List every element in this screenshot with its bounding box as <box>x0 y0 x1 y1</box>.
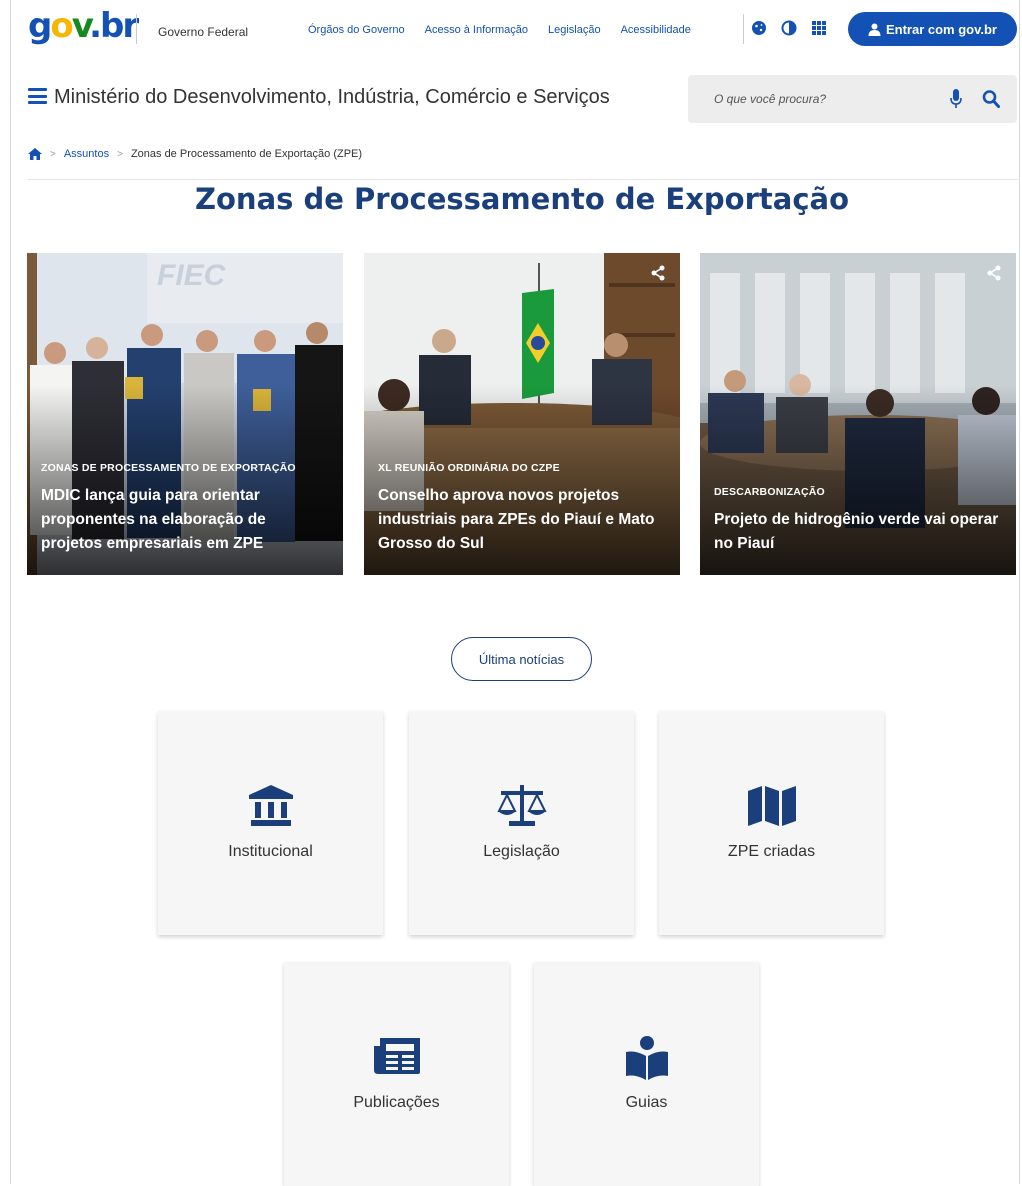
news-headline[interactable]: Projeto de hidrogênio verde vai operar n… <box>714 508 1004 556</box>
tile-label: Legislação <box>483 843 560 860</box>
link-acessibilidade[interactable]: Acessibilidade <box>621 24 691 36</box>
news-headline[interactable]: MDIC lança guia para orientar proponente… <box>41 484 331 556</box>
tile-guias[interactable]: Guias <box>534 962 759 1186</box>
breadcrumb-separator: > <box>50 148 56 160</box>
login-label: Entrar com gov.br <box>885 21 997 37</box>
share-icon[interactable] <box>650 265 666 281</box>
home-icon[interactable] <box>28 148 42 160</box>
tile-zpe-criadas[interactable]: ZPE criadas <box>659 711 884 935</box>
breadcrumb-current: Zonas de Processamento de Exportação (ZP… <box>130 148 363 160</box>
svg-text:FIEC: FIEC <box>157 259 227 292</box>
latest-news-button[interactable]: Última notícias <box>451 637 592 681</box>
microphone-icon[interactable] <box>950 89 962 109</box>
site-title[interactable]: Ministério do Desenvolvimento, Indústria… <box>54 86 610 109</box>
page-frame <box>10 0 1020 1184</box>
govbr-logo[interactable]: gov.br <box>28 6 139 46</box>
tile-publicacoes[interactable]: Publicações <box>284 962 509 1186</box>
top-links: Órgãos do Governo Acesso à Informação Le… <box>308 24 691 36</box>
tile-institucional[interactable]: Institucional <box>158 711 383 935</box>
menu-icon[interactable] <box>28 88 47 104</box>
divider <box>136 14 137 44</box>
breadcrumb: > Assuntos > Zonas de Processamento de E… <box>28 148 362 160</box>
tile-label: Publicações <box>353 1094 440 1111</box>
apps-grid-icon[interactable] <box>811 20 827 36</box>
reader-icon <box>534 1036 759 1080</box>
news-tag: XL Reunião Ordinária do CZPE <box>378 462 560 474</box>
news-tag: Zonas de Processamento de Exportação <box>41 462 296 474</box>
user-icon <box>868 23 881 36</box>
link-legislacao[interactable]: Legislação <box>548 24 601 36</box>
search-bar[interactable]: O que você procura? <box>688 75 1017 123</box>
top-icons <box>751 20 827 36</box>
search-icon[interactable] <box>982 89 1000 109</box>
scale-icon <box>409 785 634 829</box>
news-card[interactable]: Descarbonização Projeto de hidrogênio ve… <box>700 253 1016 575</box>
login-button[interactable]: Entrar com gov.br <box>848 12 1017 46</box>
tile-label: Guias <box>625 1094 668 1111</box>
breadcrumb-separator: > <box>117 148 123 160</box>
tile-legislacao[interactable]: Legislação <box>409 711 634 935</box>
tile-label: ZPE criadas <box>727 843 816 860</box>
contrast-icon[interactable] <box>781 20 797 36</box>
map-icon <box>659 785 884 829</box>
divider <box>743 14 744 44</box>
news-card[interactable]: XL Reunião Ordinária do CZPE Conselho ap… <box>364 253 680 575</box>
link-orgaos[interactable]: Órgãos do Governo <box>308 24 405 36</box>
institution-icon <box>158 785 383 829</box>
cookie-icon[interactable] <box>751 20 767 36</box>
news-headline[interactable]: Conselho aprova novos projetos industria… <box>378 484 668 556</box>
page-title: Zonas de Processamento de Exportação <box>194 182 850 216</box>
news-card[interactable]: FIEC Zonas de Processamento de Exportaçã… <box>27 253 343 575</box>
link-acesso-informacao[interactable]: Acesso à Informação <box>425 24 528 36</box>
tile-label: Institucional <box>228 843 313 860</box>
breadcrumb-assuntos[interactable]: Assuntos <box>64 148 109 160</box>
newspaper-icon <box>284 1036 509 1080</box>
top-bar: gov.br Governo Federal Órgãos do Governo… <box>18 6 1018 48</box>
search-input[interactable]: O que você procura? <box>714 92 826 106</box>
share-icon[interactable] <box>986 265 1002 281</box>
news-tag: Descarbonização <box>714 486 825 498</box>
gov-federal-label: Governo Federal <box>158 25 249 39</box>
